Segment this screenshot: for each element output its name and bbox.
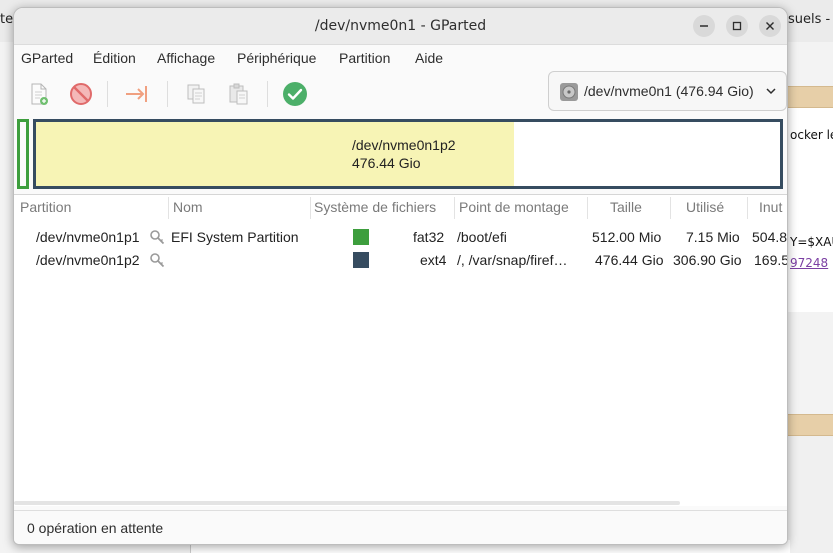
background-page-text: ocker le xyxy=(790,128,833,142)
cell-name: EFI System Partition xyxy=(171,229,299,245)
copy-icon xyxy=(187,84,205,104)
chevron-down-icon xyxy=(766,88,776,95)
maximize-icon xyxy=(732,21,742,31)
column-separator xyxy=(747,197,748,219)
cell-used: 7.15 Mio xyxy=(686,229,740,245)
horizontal-scrollbar[interactable] xyxy=(14,501,680,505)
column-separator xyxy=(168,197,169,219)
delete-partition-icon xyxy=(70,83,92,105)
resize-move-button[interactable] xyxy=(122,79,152,109)
menu-partition[interactable]: Partition xyxy=(339,50,390,66)
menu-peripherique[interactable]: Périphérique xyxy=(237,50,316,66)
pending-operations-status: 0 opération en attente xyxy=(27,520,164,536)
disk-map-main-partition[interactable]: /dev/nvme0n1p2 476.44 Gio xyxy=(33,119,783,189)
cell-partition: /dev/nvme0n1p2 xyxy=(36,252,140,268)
background-page-link[interactable]: 97248 xyxy=(790,256,828,270)
column-separator xyxy=(310,197,311,219)
column-header-partition[interactable]: Partition xyxy=(20,199,71,215)
device-selector-label: /dev/nvme0n1 (476.94 Gio) xyxy=(584,83,754,99)
disk-map-used-space xyxy=(36,122,515,186)
column-header-mountpoint[interactable]: Point de montage xyxy=(459,199,569,215)
disk-map-efi-partition[interactable] xyxy=(17,119,29,189)
close-icon xyxy=(766,22,774,30)
device-selector[interactable]: /dev/nvme0n1 (476.94 Gio) xyxy=(548,71,787,111)
menu-edition[interactable]: Édition xyxy=(93,50,136,66)
table-row[interactable]: /dev/nvme0n1p1 EFI System Partition fat3… xyxy=(14,226,787,249)
cell-filesystem: fat32 xyxy=(413,229,445,245)
toolbar-separator xyxy=(107,81,108,107)
cell-size: 512.00 Mio xyxy=(592,229,662,245)
apply-button[interactable] xyxy=(280,79,310,109)
column-separator xyxy=(670,197,671,219)
cell-mountpoint: /boot/efi xyxy=(457,229,507,245)
filesystem-color-swatch xyxy=(353,252,369,268)
harddisk-icon xyxy=(560,83,578,101)
paste-button[interactable] xyxy=(224,79,254,109)
key-icon xyxy=(150,253,165,268)
close-button[interactable] xyxy=(759,15,781,37)
toolbar-separator xyxy=(267,81,268,107)
cell-unused: 504.8 xyxy=(752,229,788,245)
menu-bar: GParted Édition Affichage Périphérique P… xyxy=(14,45,787,71)
column-header-filesystem[interactable]: Système de fichiers xyxy=(314,199,436,215)
cell-unused: 169.5 xyxy=(754,252,788,268)
cell-partition: /dev/nvme0n1p1 xyxy=(36,229,140,245)
cell-mountpoint: /, /var/snap/firef… xyxy=(457,252,568,268)
toolbar: /dev/nvme0n1 (476.94 Gio) xyxy=(14,71,787,116)
background-banner-bottom xyxy=(788,414,833,436)
disk-map-partition-size: 476.44 Gio xyxy=(352,155,421,171)
maximize-button[interactable] xyxy=(726,15,748,37)
background-banner-top xyxy=(788,86,833,108)
gparted-window: /dev/nvme0n1 - GParted GParted Édition A… xyxy=(13,7,788,545)
resize-move-icon xyxy=(126,86,147,102)
background-page-text: Y=$XAU xyxy=(790,235,833,249)
background-tab-left[interactable]: te xyxy=(0,12,13,27)
cell-filesystem: ext4 xyxy=(420,252,447,268)
column-header-size[interactable]: Taille xyxy=(610,199,642,215)
column-separator xyxy=(454,197,455,219)
disk-map: /dev/nvme0n1p2 476.44 Gio xyxy=(14,116,787,196)
toolbar-separator xyxy=(167,81,168,107)
copy-button[interactable] xyxy=(181,79,211,109)
column-separator xyxy=(587,197,588,219)
new-partition-button[interactable] xyxy=(24,79,54,109)
column-header-nom[interactable]: Nom xyxy=(173,199,203,215)
cell-size: 476.44 Gio xyxy=(595,252,664,268)
column-header-used[interactable]: Utilisé xyxy=(686,199,724,215)
menu-aide[interactable]: Aide xyxy=(415,50,443,66)
title-bar[interactable]: /dev/nvme0n1 - GParted xyxy=(14,8,787,45)
window-title: /dev/nvme0n1 - GParted xyxy=(314,18,487,34)
cell-used: 306.90 Gio xyxy=(673,252,742,268)
disk-map-partition-name: /dev/nvme0n1p2 xyxy=(352,137,456,153)
column-header-unused[interactable]: Inut xyxy=(759,199,782,215)
menu-gparted[interactable]: GParted xyxy=(21,50,73,66)
key-icon xyxy=(150,230,165,245)
minimize-icon xyxy=(700,25,708,27)
partition-table: Partition Nom Système de fichiers Point … xyxy=(14,194,787,506)
background-tab-right[interactable]: suels - xyxy=(788,12,830,27)
background-lower-area xyxy=(788,436,833,553)
new-partition-icon xyxy=(31,83,48,105)
table-row[interactable]: /dev/nvme0n1p2 ext4 /, /var/snap/firef… … xyxy=(14,249,787,272)
menu-affichage[interactable]: Affichage xyxy=(157,50,215,66)
paste-icon xyxy=(229,83,248,105)
apply-icon xyxy=(283,82,307,106)
minimize-button[interactable] xyxy=(693,15,715,37)
status-bar: 0 opération en attente xyxy=(14,510,787,544)
delete-partition-button[interactable] xyxy=(66,79,96,109)
filesystem-color-swatch xyxy=(353,229,369,245)
